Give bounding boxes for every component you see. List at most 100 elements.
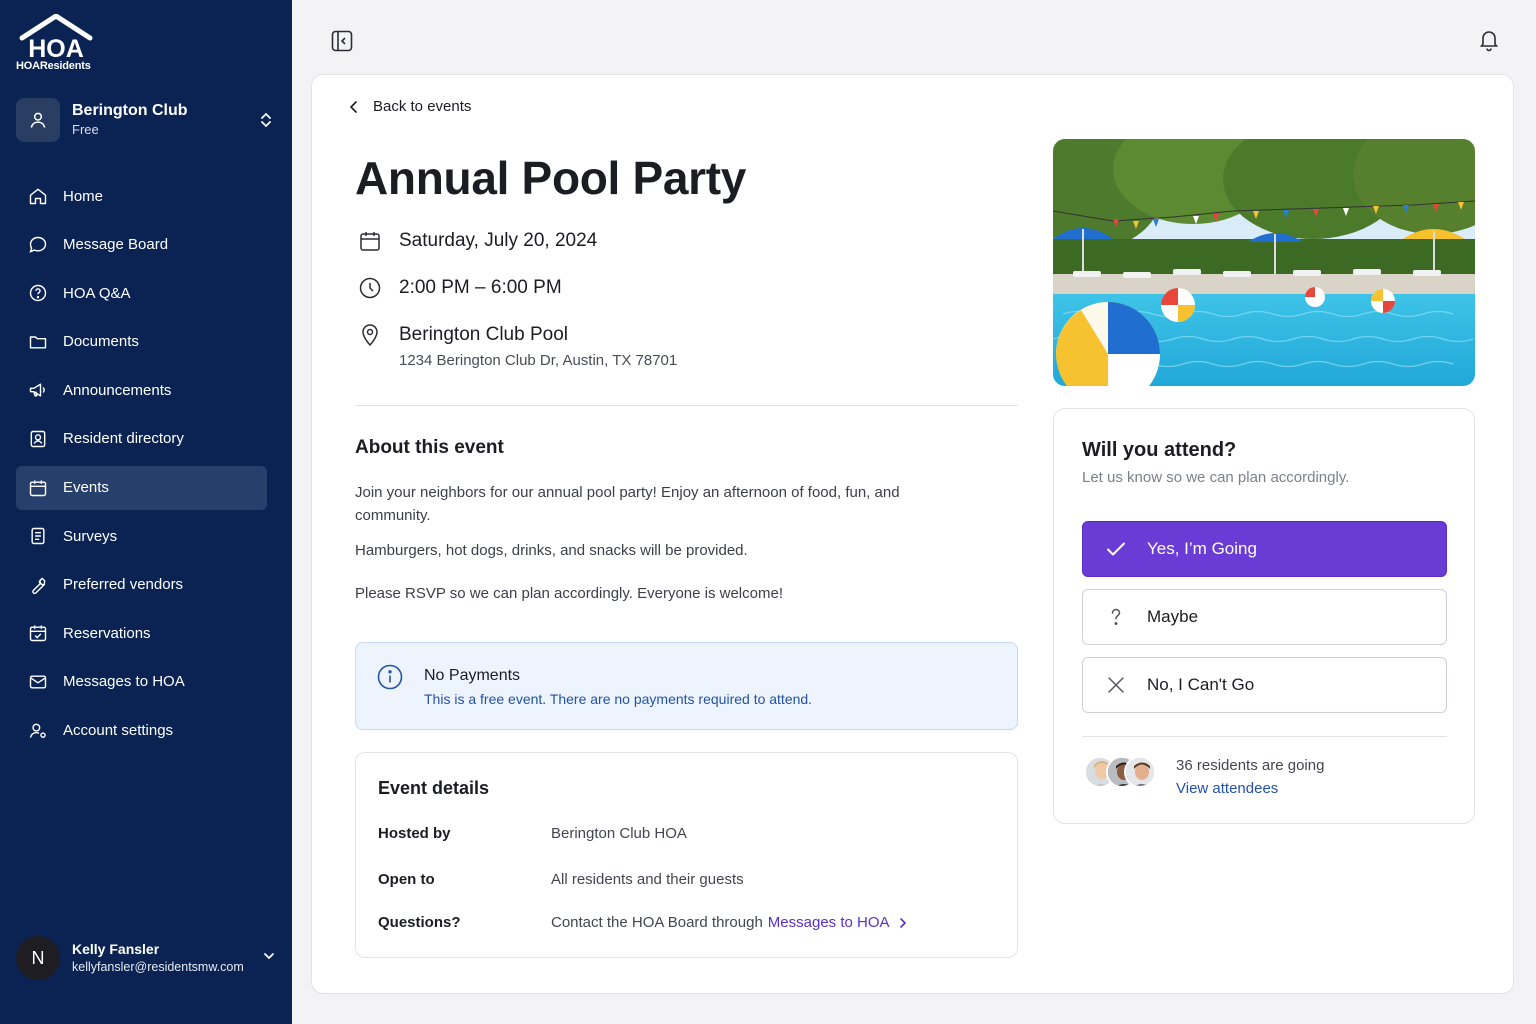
sidebar-item-label: Documents (63, 333, 139, 351)
envelope-icon (27, 671, 49, 693)
sidebar-item-label: Preferred vendors (63, 576, 184, 594)
chat-bubble-icon (27, 234, 49, 256)
x-icon (1105, 674, 1127, 696)
sidebar-item-reservations[interactable]: Reservations (16, 611, 267, 655)
about-paragraph: Hamburgers, hot dogs, drinks, and snacks… (355, 542, 748, 559)
map-pin-icon (357, 322, 383, 348)
location-address: 1234 Berington Club Dr, Austin, TX 78701 (399, 352, 678, 369)
detail-key: Open to (378, 871, 435, 888)
sidebar-item-label: Account settings (63, 722, 174, 740)
sidebar-item-message-board[interactable]: Message Board (16, 223, 267, 267)
rsvp-heading: Will you attend? (1082, 439, 1237, 461)
folder-icon (27, 331, 49, 353)
event-time: 2:00 PM – 6:00 PM (357, 275, 562, 301)
collapse-sidebar-button[interactable] (331, 30, 353, 52)
detail-value: All residents and their guests (551, 871, 744, 888)
bell-icon (1479, 31, 1499, 52)
event-image (1053, 139, 1475, 386)
sidebar-item-preferred-vendors[interactable]: Preferred vendors (16, 563, 267, 607)
location-name: Berington Club Pool (399, 324, 568, 345)
rsvp-panel: Will you attend? Let us know so we can p… (1053, 408, 1475, 824)
notice-text: This is a free event. There are no payme… (424, 691, 813, 707)
view-attendees-link[interactable]: View attendees (1176, 780, 1278, 797)
detail-value: Berington Club HOA (551, 825, 687, 842)
notice-heading: No Payments (424, 667, 521, 684)
contact-card-icon (27, 428, 49, 450)
rsvp-option-label: No, I Can't Go (1147, 675, 1255, 694)
home-icon (27, 185, 49, 207)
calendar-icon (27, 477, 49, 499)
rsvp-yes-button[interactable]: Yes, I’m Going (1082, 521, 1447, 577)
event-date: Saturday, July 20, 2024 (357, 228, 597, 254)
section-divider (355, 405, 1018, 406)
user-icon (30, 112, 46, 128)
notifications-button[interactable] (1477, 28, 1501, 52)
about-paragraph: Join your neighbors for our annual pool … (355, 484, 900, 524)
chevron-up-down-icon[interactable] (256, 111, 276, 129)
sidebar-item-events[interactable]: Events (16, 465, 267, 510)
back-label: Back to events (373, 98, 472, 115)
event-date-text: Saturday, July 20, 2024 (399, 230, 598, 251)
details-heading: Event details (378, 778, 490, 798)
question-circle-icon (27, 282, 49, 304)
sidebar-item-label: HOA Q&A (63, 284, 131, 302)
rsvp-subtext: Let us know so we can plan accordingly. (1082, 469, 1350, 486)
chevron-right-icon[interactable] (898, 917, 908, 929)
calendar-check-icon (27, 622, 49, 644)
rsvp-no-button[interactable]: No, I Can't Go (1082, 657, 1447, 713)
rsvp-maybe-button[interactable]: Maybe (1082, 589, 1447, 645)
page-title: Annual Pool Party (355, 152, 747, 204)
sidebar-item-resident-directory[interactable]: Resident directory (16, 417, 267, 461)
rsvp-option-label: Yes, I’m Going (1147, 539, 1257, 558)
clipboard-list-icon (27, 525, 49, 547)
sidebar: HOA HOAResidents Berington Club Free Hom… (0, 0, 292, 1024)
sidebar-item-surveys[interactable]: Surveys (16, 514, 267, 558)
calendar-icon (357, 228, 383, 254)
attendee-avatars[interactable] (1084, 756, 1160, 790)
check-icon (1105, 538, 1127, 560)
wrench-icon (27, 574, 49, 596)
sidebar-item-label: Surveys (63, 527, 118, 545)
avatar: N (16, 936, 60, 980)
clock-icon (357, 275, 383, 301)
user-email: kellyfansler@residentsmw.com (72, 960, 244, 974)
about-paragraph: Please RSVP so we can plan accordingly. … (355, 585, 783, 602)
detail-value: Contact the HOA Board through (551, 914, 763, 931)
chevron-left-icon (349, 100, 357, 113)
detail-key: Hosted by (378, 825, 451, 842)
sidebar-item-messages-to-hoa[interactable]: Messages to HOA (16, 660, 267, 704)
sidebar-item-label: Message Board (63, 236, 169, 254)
sidebar-item-home[interactable]: Home (16, 174, 267, 218)
detail-key: Questions? (378, 914, 461, 931)
hoa-logo[interactable]: HOA HOAResidents (16, 14, 96, 76)
info-icon (377, 664, 403, 695)
user-settings-icon (27, 720, 49, 742)
back-to-events-link[interactable]: Back to events (347, 98, 471, 115)
sidebar-collapse-icon (331, 30, 353, 52)
sidebar-item-documents[interactable]: Documents (16, 320, 267, 364)
org-name: Berington Club (72, 102, 188, 119)
sidebar-nav: Home Message Board HOA Q&A Documents Ann… (16, 174, 267, 757)
sidebar-item-label: Announcements (63, 381, 172, 399)
about-heading: About this event (355, 437, 504, 458)
user-menu[interactable]: N Kelly Fansler kellyfansler@residentsmw… (16, 936, 276, 980)
event-location: Berington Club Pool 1234 Berington Club … (357, 322, 677, 372)
chevron-down-icon[interactable] (262, 949, 276, 968)
org-switcher[interactable]: Berington Club Free (16, 97, 276, 143)
going-count: 36 residents are going (1176, 757, 1325, 774)
user-name: Kelly Fansler (72, 941, 160, 957)
event-detail-card: Back to events Annual Pool Party Saturda… (311, 74, 1514, 994)
sidebar-item-account-settings[interactable]: Account settings (16, 709, 267, 753)
sidebar-item-hoa-qa[interactable]: HOA Q&A (16, 271, 267, 315)
sidebar-item-label: Resident directory (63, 430, 184, 448)
sidebar-item-announcements[interactable]: Announcements (16, 368, 267, 412)
messages-to-hoa-link[interactable]: Messages to HOA (768, 914, 890, 931)
org-plan: Free (72, 122, 99, 137)
megaphone-icon (27, 379, 49, 401)
sidebar-item-label: Messages to HOA (63, 673, 185, 691)
sidebar-item-label: Events (63, 479, 109, 497)
house-logo-icon: HOA (19, 14, 93, 62)
event-details-panel: Event details Hosted by Berington Club H… (355, 752, 1018, 958)
rsvp-option-label: Maybe (1147, 607, 1199, 626)
sidebar-item-label: Reservations (63, 624, 151, 642)
